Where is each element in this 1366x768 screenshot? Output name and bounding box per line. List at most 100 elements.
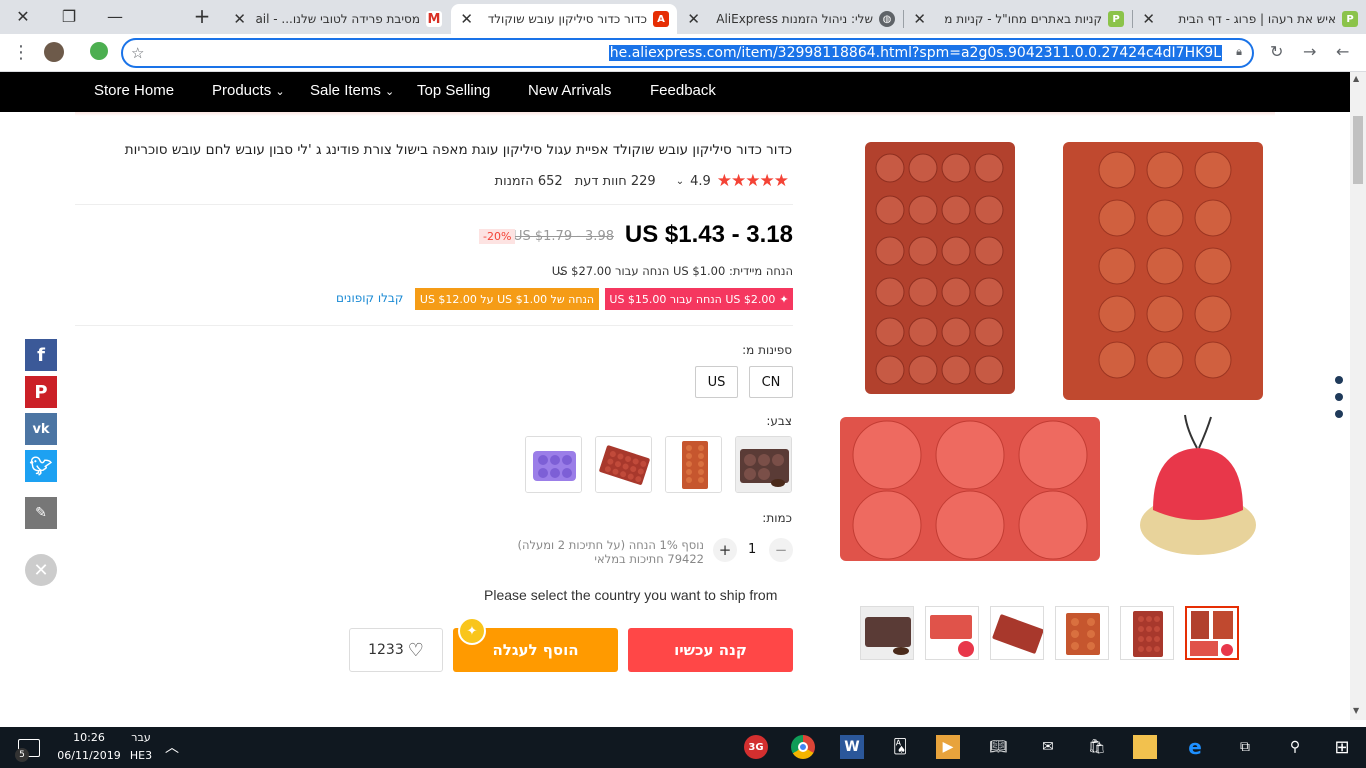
task-view-icon[interactable]: ⧉ bbox=[1233, 735, 1257, 759]
browser-toolbar: ← → ↻ ⋮ ☆ he.aliexpress.com/item/3299811… bbox=[0, 34, 1366, 72]
chevron-down-icon[interactable]: ⌄ bbox=[556, 264, 566, 278]
get-coupons-link[interactable]: קבלו קופונים bbox=[336, 291, 403, 305]
gmail-favicon-icon: M bbox=[426, 11, 442, 27]
lock-icon[interactable]: 🔒︎ bbox=[1236, 45, 1242, 59]
thumbnail-4[interactable] bbox=[990, 606, 1044, 660]
notification-icon[interactable]: 5 bbox=[15, 739, 40, 762]
keyboard-layout[interactable]: HE3 bbox=[125, 749, 157, 762]
close-tab-icon[interactable]: ✕ bbox=[232, 10, 246, 28]
tab-orders[interactable]: ◍ שלי: ניהול הזמנות AliExpress ✕ bbox=[678, 4, 903, 34]
profile-avatar[interactable] bbox=[44, 42, 64, 62]
color-swatch-purple[interactable] bbox=[525, 436, 582, 493]
thumbnail-6[interactable] bbox=[860, 606, 914, 660]
chevron-up-icon[interactable]: ︿ bbox=[160, 735, 184, 759]
close-window-icon[interactable]: ✕ bbox=[0, 0, 46, 32]
video-editor-icon[interactable]: ▶ bbox=[936, 735, 960, 759]
nav-top-selling[interactable]: Top Selling bbox=[417, 82, 490, 99]
dictionary-icon[interactable]: 📖︎ bbox=[986, 735, 1010, 759]
forum-favicon-icon: P bbox=[1108, 11, 1124, 27]
product-title: כדור כדור סיליקון עובש שוקולד אפיית עגול… bbox=[124, 142, 792, 158]
quantity-increase-button[interactable]: + bbox=[713, 538, 737, 562]
gallery-dot[interactable] bbox=[1335, 410, 1343, 418]
coupon-select[interactable]: הנחה של US $1.00 על US $12.00 bbox=[415, 288, 599, 310]
nav-feedback[interactable]: Feedback bbox=[650, 82, 716, 99]
reload-icon[interactable]: ↻ bbox=[1270, 42, 1283, 61]
color-swatch-brown[interactable] bbox=[735, 436, 792, 493]
language-indicator[interactable]: עבר bbox=[125, 731, 157, 744]
tab-product[interactable]: A כדור כדור סיליקון עובש שוקולד ✕ bbox=[451, 4, 677, 34]
store-icon[interactable]: 🛍︎ bbox=[1085, 735, 1109, 759]
tab-gmail[interactable]: M מסיבת פרידה לטובי שלנו... - ail ✕ bbox=[224, 4, 450, 34]
star-badge-icon: ✦ bbox=[458, 617, 486, 645]
windows-start-icon[interactable]: ⊞ bbox=[1330, 735, 1354, 759]
minimize-window-icon[interactable]: — bbox=[92, 0, 138, 32]
menu-icon[interactable]: ⋮ bbox=[12, 42, 30, 63]
forward-icon[interactable]: → bbox=[1303, 42, 1316, 61]
twitter-icon[interactable]: 🐦︎ bbox=[25, 450, 57, 482]
gallery-dot[interactable] bbox=[1335, 393, 1343, 401]
3g-app-icon[interactable]: 3G bbox=[744, 735, 768, 759]
gallery-dot[interactable] bbox=[1335, 376, 1343, 384]
thumb-image bbox=[1190, 611, 1233, 656]
quantity-decrease-button[interactable]: − bbox=[769, 538, 793, 562]
clock-time[interactable]: 10:26 bbox=[57, 731, 121, 744]
chrome-icon[interactable] bbox=[791, 735, 815, 759]
back-icon[interactable]: ← bbox=[1336, 42, 1349, 61]
nav-sale-items[interactable]: Sale Items ⌄ bbox=[310, 82, 394, 99]
thumbnail-2[interactable] bbox=[1120, 606, 1174, 660]
forum-favicon-icon: P bbox=[1342, 11, 1358, 27]
mold-image bbox=[666, 437, 721, 492]
extension-icon[interactable] bbox=[90, 42, 108, 60]
reviews-count[interactable]: 229 חוות דעת bbox=[575, 174, 656, 189]
scrollbar-thumb[interactable] bbox=[1353, 116, 1363, 184]
thumbnail-3[interactable] bbox=[1055, 606, 1109, 660]
facebook-icon[interactable]: f bbox=[25, 339, 57, 371]
thumbnail-1[interactable] bbox=[1185, 606, 1239, 660]
scroll-down-icon[interactable]: ▼ bbox=[1353, 706, 1359, 715]
nav-shadow bbox=[75, 112, 1275, 116]
new-tab-icon[interactable]: + bbox=[180, 0, 224, 32]
word-icon[interactable]: W bbox=[840, 735, 864, 759]
solitaire-icon[interactable]: 🂡︎ bbox=[888, 735, 912, 759]
restore-window-icon[interactable]: ❐ bbox=[46, 0, 92, 32]
tab-forum[interactable]: P איש את רעהו | פרוג - דף הבית ✕ bbox=[1133, 4, 1366, 34]
ships-from-label: ספינות מ: bbox=[742, 343, 792, 357]
url-text[interactable]: he.aliexpress.com/item/32998118864.html?… bbox=[608, 45, 1222, 61]
wishlist-button[interactable]: 1233 ♡ bbox=[349, 628, 443, 672]
product-main-image[interactable] bbox=[835, 130, 1275, 570]
mail-icon[interactable]: ✉ bbox=[1036, 735, 1060, 759]
mold-image bbox=[596, 437, 651, 492]
rating-value[interactable]: 4.9 bbox=[690, 174, 711, 189]
close-tab-icon[interactable]: ✕ bbox=[1141, 10, 1155, 28]
tab-shopping[interactable]: P קניות באתרים מחו"ל - קניות מ ✕ bbox=[904, 4, 1132, 34]
search-icon[interactable]: ⚲ bbox=[1283, 735, 1307, 759]
file-explorer-icon[interactable] bbox=[1133, 735, 1157, 759]
bookmark-star-icon[interactable]: ☆ bbox=[131, 44, 144, 62]
heart-icon: ♡ bbox=[407, 639, 424, 661]
color-swatch-red-rust[interactable] bbox=[595, 436, 652, 493]
quantity-value[interactable]: 1 bbox=[748, 542, 756, 557]
rating-chevron-icon[interactable]: ⌄ bbox=[676, 176, 684, 187]
close-tab-icon[interactable]: ✕ bbox=[912, 10, 926, 28]
coupon-store[interactable]: ✦ US $2.00 הנחה עבור US $15.00 bbox=[605, 288, 793, 310]
ships-from-us[interactable]: US bbox=[695, 366, 738, 398]
color-swatch-orange[interactable] bbox=[665, 436, 722, 493]
nav-new-arrivals[interactable]: New Arrivals bbox=[528, 82, 611, 99]
close-tab-icon[interactable]: ✕ bbox=[686, 10, 700, 28]
buy-now-button[interactable]: קנה עכשיו bbox=[628, 628, 793, 672]
original-price: US $1.79 - 3.98 bbox=[512, 229, 614, 244]
address-bar[interactable]: ☆ he.aliexpress.com/item/32998118864.htm… bbox=[121, 38, 1254, 68]
clock-date[interactable]: 06/11/2019 bbox=[57, 749, 121, 762]
edit-icon[interactable]: ✎ bbox=[25, 497, 57, 529]
close-tab-icon[interactable]: ✕ bbox=[459, 10, 473, 28]
edge-icon[interactable]: e bbox=[1183, 735, 1207, 759]
divider bbox=[75, 325, 793, 326]
vk-icon[interactable]: vk bbox=[25, 413, 57, 445]
nav-products[interactable]: Products ⌄ bbox=[212, 82, 285, 99]
pinterest-icon[interactable]: P bbox=[25, 376, 57, 408]
close-share-icon[interactable]: ✕ bbox=[25, 554, 57, 586]
thumbnail-5[interactable] bbox=[925, 606, 979, 660]
nav-store-home[interactable]: Store Home bbox=[94, 82, 174, 99]
scroll-up-icon[interactable]: ▲ bbox=[1353, 74, 1359, 83]
ships-from-cn[interactable]: CN bbox=[749, 366, 793, 398]
